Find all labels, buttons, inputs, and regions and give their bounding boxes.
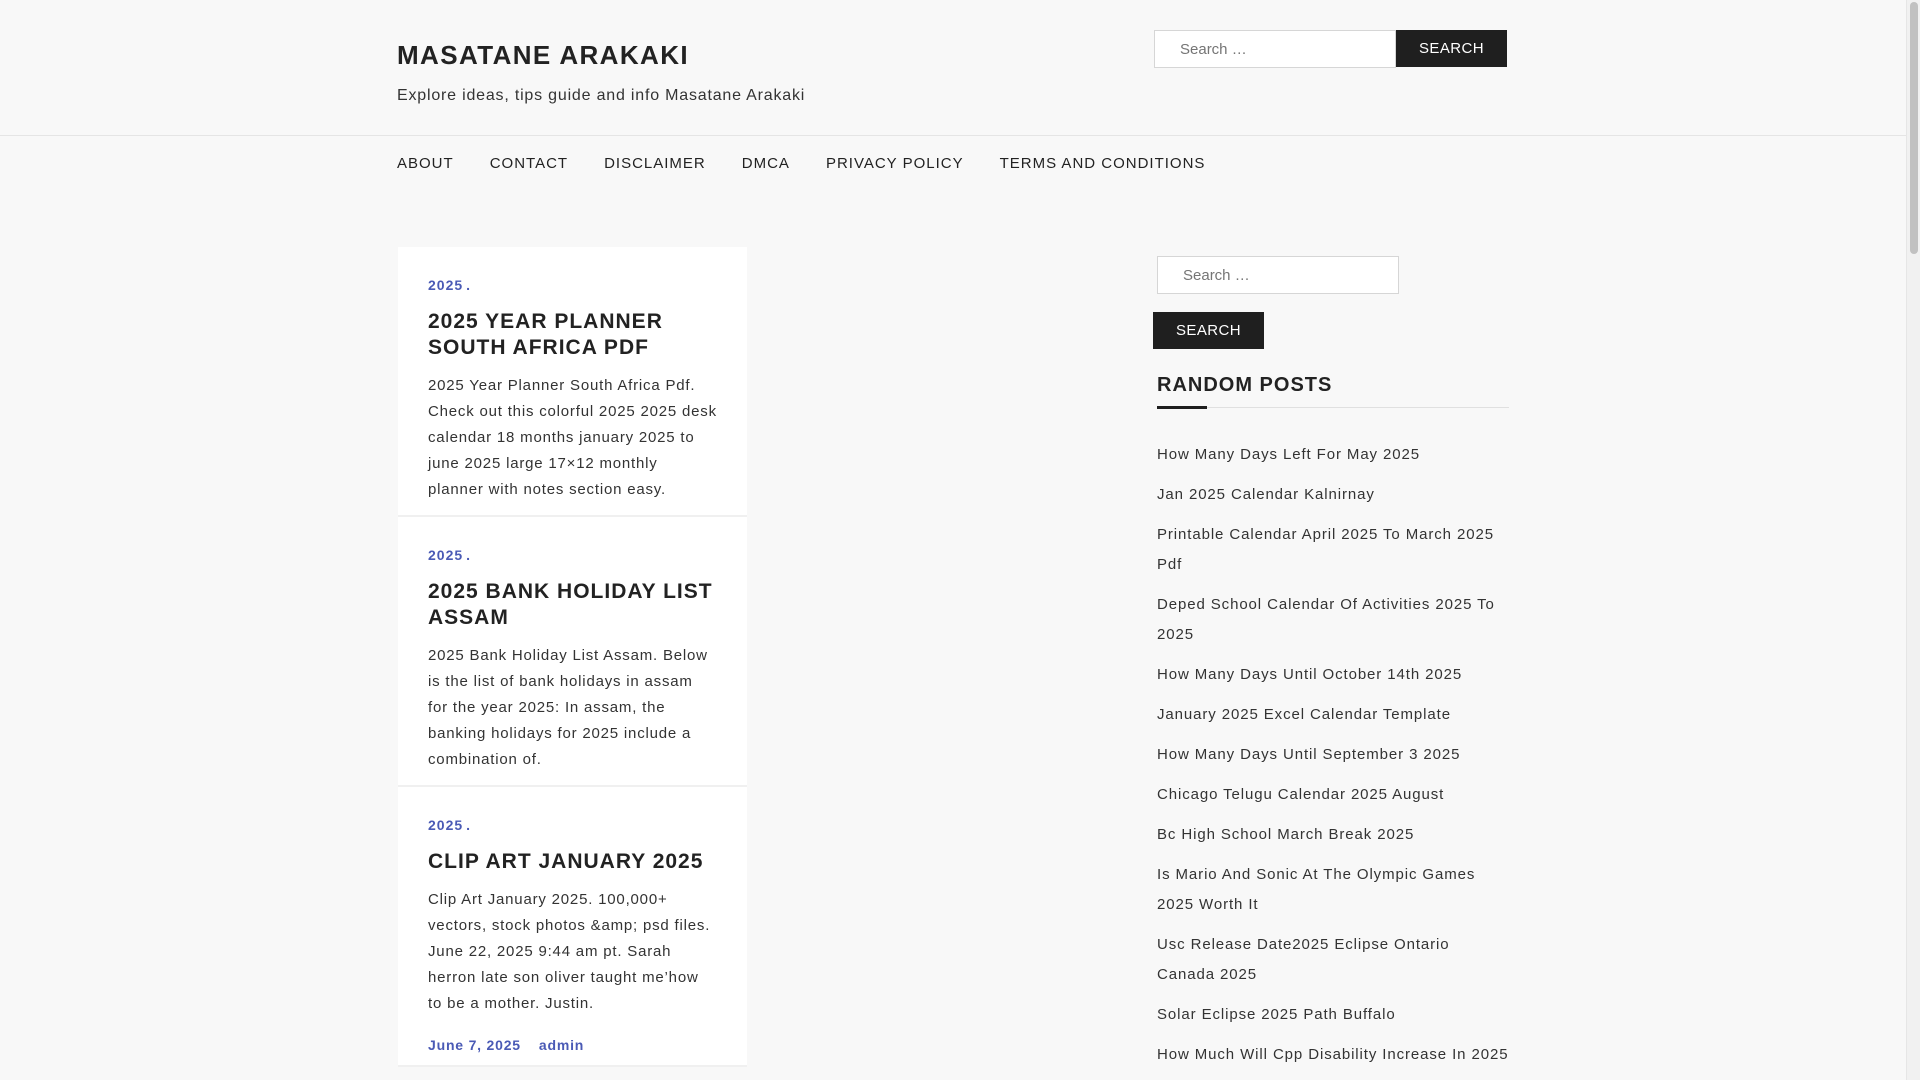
nav-item-about[interactable]: ABOUT: [397, 155, 454, 172]
list-item: Is Mario And Sonic At The Olympic Games …: [1157, 860, 1509, 920]
random-posts-list: How Many Days Left For May 2025 Jan 2025…: [1157, 440, 1509, 1070]
list-item: Jan 2025 Calendar Kalnirnay: [1157, 480, 1509, 510]
header-search-form: SEARCH: [1154, 30, 1507, 68]
post-card: 2025. 2025 BANK HOLIDAY LIST ASSAM 2025 …: [398, 517, 747, 787]
random-post-link[interactable]: How Many Days Until October 14th 2025: [1157, 666, 1462, 683]
post-title[interactable]: 2025 BANK HOLIDAY LIST ASSAM: [428, 579, 717, 631]
post-category-link[interactable]: 2025: [428, 277, 463, 293]
random-post-link[interactable]: How Many Days Until September 3 2025: [1157, 746, 1460, 763]
post-card: 2025. CLIP ART JANUARY 2025 Clip Art Jan…: [398, 787, 747, 1067]
scrollbar-thumb[interactable]: [1910, 2, 1918, 254]
random-post-link[interactable]: Deped School Calendar Of Activities 2025…: [1157, 596, 1495, 643]
random-posts-title: RANDOM POSTS: [1157, 374, 1509, 409]
main-nav: ABOUT CONTACT DISCLAIMER DMCA PRIVACY PO…: [397, 155, 1241, 172]
nav-item-privacy-policy[interactable]: PRIVACY POLICY: [826, 155, 964, 172]
list-item: Usc Release Date2025 Eclipse Ontario Can…: [1157, 930, 1509, 990]
category-separator: .: [466, 277, 472, 293]
list-item: Printable Calendar April 2025 To March 2…: [1157, 520, 1509, 580]
header-search-button[interactable]: SEARCH: [1396, 30, 1507, 67]
page-scrollbar[interactable]: [1906, 0, 1920, 1080]
post-excerpt: 2025 Year Planner South Africa Pdf. Chec…: [428, 377, 717, 498]
post-category-link[interactable]: 2025: [428, 547, 463, 563]
sidebar-search-form: SEARCH: [1153, 256, 1509, 349]
post-date[interactable]: June 7, 2025: [428, 1037, 521, 1053]
nav-item-terms-and-conditions[interactable]: TERMS AND CONDITIONS: [1000, 155, 1206, 172]
site-header: MASATANE ARAKAKI Explore ideas, tips gui…: [0, 0, 1906, 136]
random-post-link[interactable]: Bc High School March Break 2025: [1157, 826, 1414, 843]
random-post-link[interactable]: Jan 2025 Calendar Kalnirnay: [1157, 486, 1375, 503]
category-separator: .: [466, 547, 472, 563]
posts-column: 2025. 2025 YEAR PLANNER SOUTH AFRICA PDF…: [398, 247, 747, 1067]
random-post-link[interactable]: Usc Release Date2025 Eclipse Ontario Can…: [1157, 936, 1450, 983]
post-category: 2025.: [428, 817, 717, 833]
nav-item-dmca[interactable]: DMCA: [742, 155, 790, 172]
list-item: How Many Days Until September 3 2025: [1157, 740, 1509, 770]
sidebar-search-input[interactable]: [1157, 256, 1399, 294]
random-post-link[interactable]: How Much Will Cpp Disability Increase In…: [1157, 1046, 1508, 1063]
nav-item-contact[interactable]: CONTACT: [490, 155, 568, 172]
post-category: 2025.: [428, 547, 717, 563]
random-post-link[interactable]: Chicago Telugu Calendar 2025 August: [1157, 786, 1444, 803]
random-post-link[interactable]: How Many Days Left For May 2025: [1157, 446, 1420, 463]
post-author[interactable]: admin: [539, 1037, 584, 1053]
category-separator: .: [466, 817, 472, 833]
site-title[interactable]: MASATANE ARAKAKI: [397, 40, 689, 71]
post-category: 2025.: [428, 277, 717, 293]
post-title[interactable]: 2025 YEAR PLANNER SOUTH AFRICA PDF: [428, 309, 717, 361]
post-category-link[interactable]: 2025: [428, 817, 463, 833]
list-item: Solar Eclipse 2025 Path Buffalo: [1157, 1000, 1509, 1030]
post-title[interactable]: CLIP ART JANUARY 2025: [428, 849, 717, 875]
random-post-link[interactable]: Is Mario And Sonic At The Olympic Games …: [1157, 866, 1475, 913]
post-card: 2025. 2025 YEAR PLANNER SOUTH AFRICA PDF…: [398, 247, 747, 517]
list-item: How Much Will Cpp Disability Increase In…: [1157, 1040, 1509, 1070]
random-post-link[interactable]: January 2025 Excel Calendar Template: [1157, 706, 1451, 723]
list-item: How Many Days Left For May 2025: [1157, 440, 1509, 470]
list-item: January 2025 Excel Calendar Template: [1157, 700, 1509, 730]
list-item: Chicago Telugu Calendar 2025 August: [1157, 780, 1509, 810]
random-post-link[interactable]: Printable Calendar April 2025 To March 2…: [1157, 526, 1494, 573]
list-item: Deped School Calendar Of Activities 2025…: [1157, 590, 1509, 650]
random-post-link[interactable]: Solar Eclipse 2025 Path Buffalo: [1157, 1006, 1396, 1023]
post-excerpt: 2025 Bank Holiday List Assam. Below is t…: [428, 647, 708, 768]
sidebar-search-button[interactable]: SEARCH: [1153, 312, 1264, 349]
list-item: Bc High School March Break 2025: [1157, 820, 1509, 850]
site-description: Explore ideas, tips guide and info Masat…: [397, 87, 806, 104]
sidebar: SEARCH RANDOM POSTS How Many Days Left F…: [1153, 256, 1509, 1080]
nav-item-disclaimer[interactable]: DISCLAIMER: [604, 155, 706, 172]
list-item: How Many Days Until October 14th 2025: [1157, 660, 1509, 690]
post-meta: June 7, 2025 admin: [428, 1029, 717, 1065]
post-excerpt: Clip Art January 2025. 100,000+ vectors,…: [428, 891, 711, 1012]
header-search-input[interactable]: [1154, 30, 1396, 68]
